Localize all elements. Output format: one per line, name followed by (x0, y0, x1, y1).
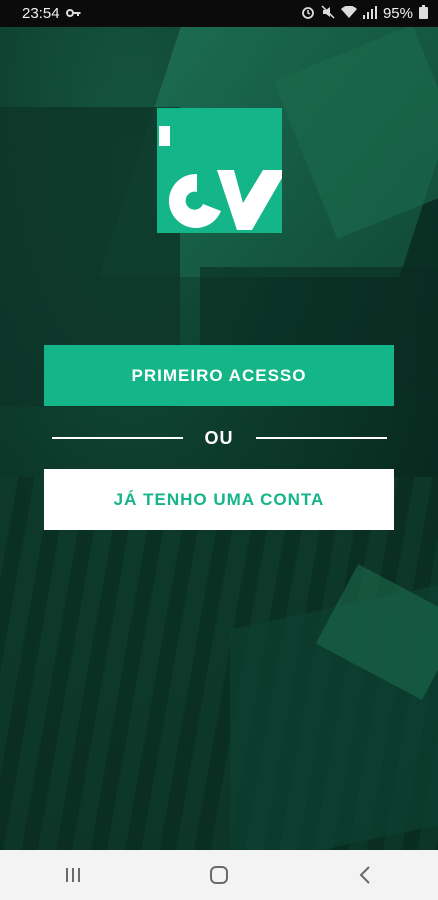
divider-line-right (255, 437, 387, 439)
status-left: 23:54 (22, 5, 81, 22)
cv-logo-icon (157, 108, 282, 233)
alarm-icon (301, 5, 315, 22)
divider-line-left (51, 437, 183, 439)
mute-icon (321, 5, 335, 22)
battery-percent: 95% (382, 5, 413, 22)
signal-icon (362, 5, 377, 22)
navigation-bar (0, 850, 438, 900)
battery-icon (419, 5, 428, 22)
status-right: 95% (301, 5, 428, 22)
home-icon[interactable] (189, 855, 249, 895)
status-bar: 23:54 95% (0, 0, 438, 27)
key-icon (65, 6, 81, 21)
back-icon[interactable] (335, 855, 395, 895)
wifi-icon (340, 5, 357, 22)
status-time: 23:54 (22, 5, 60, 22)
app-logo (157, 108, 282, 233)
primeiro-acesso-button[interactable]: PRIMEIRO ACESSO (44, 345, 394, 406)
divider-label: OU (204, 427, 234, 448)
recent-apps-icon[interactable] (43, 855, 103, 895)
or-divider: OU (44, 425, 394, 451)
ja-tenho-conta-button[interactable]: JÁ TENHO UMA CONTA (44, 469, 394, 530)
